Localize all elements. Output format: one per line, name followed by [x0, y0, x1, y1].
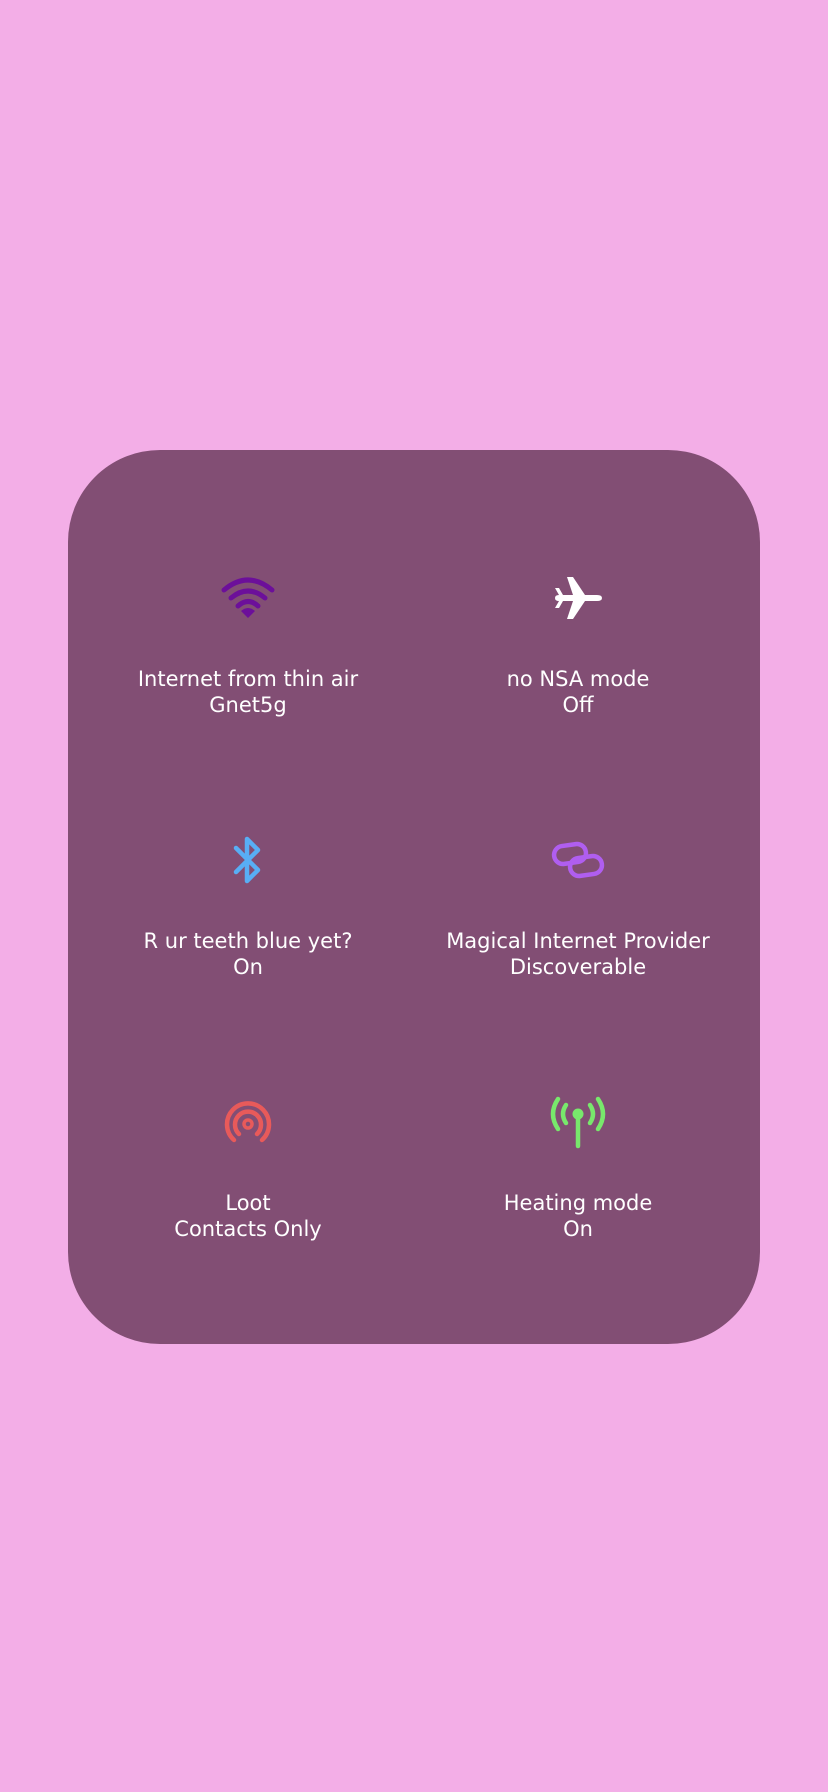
- bluetooth-label: R ur teeth blue yet?: [143, 929, 353, 953]
- antenna-label: Heating mode: [503, 1191, 653, 1215]
- bluetooth-icon: [218, 830, 278, 890]
- airdrop-status: Contacts Only: [174, 1217, 322, 1241]
- wifi-icon: [218, 568, 278, 628]
- airdrop-label: Loot: [225, 1191, 271, 1215]
- link-icon: [548, 830, 608, 890]
- hotspot-status: Discoverable: [509, 955, 647, 979]
- connectivity-panel: Internet from thin air Gnet5g no NSA mod…: [68, 450, 760, 1344]
- bluetooth-status: On: [233, 955, 263, 979]
- hotspot-tile[interactable]: Magical Internet Provider Discoverable: [428, 830, 728, 1030]
- antenna-icon: [548, 1092, 608, 1152]
- airdrop-tile[interactable]: Loot Contacts Only: [98, 1092, 398, 1292]
- airplane-icon: [548, 568, 608, 628]
- wifi-tile[interactable]: Internet from thin air Gnet5g: [98, 568, 398, 768]
- antenna-status: On: [563, 1217, 593, 1241]
- wifi-status: Gnet5g: [209, 693, 287, 717]
- airplane-mode-status: Off: [562, 693, 594, 717]
- wifi-label: Internet from thin air: [137, 667, 359, 691]
- airplane-mode-tile[interactable]: no NSA mode Off: [428, 568, 728, 768]
- airdrop-icon: [218, 1092, 278, 1152]
- antenna-tile[interactable]: Heating mode On: [428, 1092, 728, 1292]
- hotspot-label: Magical Internet Provider: [446, 929, 710, 953]
- bluetooth-tile[interactable]: R ur teeth blue yet? On: [98, 830, 398, 1030]
- airplane-mode-label: no NSA mode: [506, 667, 650, 691]
